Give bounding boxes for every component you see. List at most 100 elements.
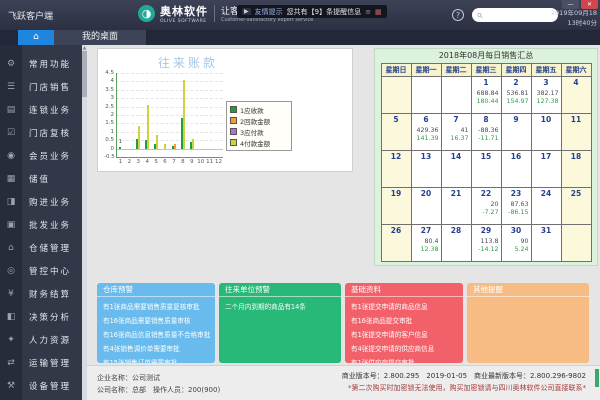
calendar-day-cell[interactable]: 5 [381, 114, 411, 151]
sidebar-item-label: 管控中心 [29, 265, 71, 277]
sidebar-item-store-review[interactable]: ☑门店复核 [0, 121, 82, 144]
profit-value: 16.37 [442, 135, 471, 142]
scroll-up-icon[interactable]: ▲ [82, 45, 87, 50]
calendar-day-cell[interactable]: 20 [411, 188, 441, 225]
calendar-day-cell[interactable]: 8-88.36-11.71 [471, 114, 501, 151]
alert-item[interactable]: 有15张销售订单需要审批 [97, 357, 215, 363]
sidebar-scrollbar[interactable]: ▲ [82, 45, 87, 400]
search-box[interactable] [472, 8, 558, 22]
calendar-day-cell[interactable] [381, 77, 411, 114]
calendar-day-cell[interactable]: 4 [561, 77, 591, 114]
profit-value: -86.15 [502, 209, 531, 216]
day-number: 4 [562, 78, 591, 87]
legend-swatch [230, 128, 237, 135]
home-tab[interactable]: ⌂ [18, 30, 54, 45]
calendar-day-cell[interactable]: 1688.84180.44 [471, 77, 501, 114]
sidebar-item-label: 门店复核 [29, 127, 71, 139]
sidebar-item-member-business[interactable]: ◉会员业务 [0, 144, 82, 167]
scroll-indicator[interactable] [595, 369, 599, 387]
calendar-day-cell[interactable]: 25 [561, 188, 591, 225]
gridline [116, 132, 223, 133]
sidebar-item-purchasing[interactable]: ◨购进业务 [0, 190, 82, 213]
calendar-day-cell[interactable]: 2387.63-86.15 [501, 188, 531, 225]
alert-item[interactable]: 有1张供应商提交审批 [345, 357, 463, 363]
alert-item[interactable]: 有1张商品需要销售质量复核审批 [97, 301, 215, 311]
sidebar-item-warehouse[interactable]: ⌂仓储管理 [0, 236, 82, 259]
version-info: 商业版本号：2.800.295 2019-01-05 商业最新版本号：2.800… [342, 371, 586, 395]
scrollbar-thumb[interactable] [82, 51, 87, 97]
sidebar-item-decision-analysis[interactable]: ◧决策分析 [0, 305, 82, 328]
sidebar-item-stored-value[interactable]: ▦储值 [0, 167, 82, 190]
alert-item[interactable]: 有4张销售调价单需要审批 [97, 343, 215, 353]
minimize-button[interactable]: — [562, 0, 579, 9]
calendar-day-cell[interactable] [441, 77, 471, 114]
alert-item[interactable]: 有4张提交申请的供应商信息 [345, 343, 463, 353]
calendar-day-cell[interactable]: 16 [501, 151, 531, 188]
alert-item[interactable]: 有16张商品需要销售质量审核 [97, 315, 215, 325]
calendar-day-cell[interactable]: 2536.81154.97 [501, 77, 531, 114]
calendar-day-cell[interactable]: 3382.17127.38 [531, 77, 561, 114]
sidebar-item-human-resources[interactable]: ✦人力资源 [0, 328, 82, 351]
calendar-day-cell[interactable] [561, 225, 591, 262]
calendar-day-cell[interactable]: 28 [441, 225, 471, 262]
panel-other-alerts[interactable]: 其他提醒 [467, 283, 589, 363]
notification-bar[interactable]: ▶ 友情提示 您共有【9】条提醒信息 ≡ ▦ [237, 5, 387, 18]
accounts-chart-panel: 往来账款 4.543.532.521.510.50-0.512345678910… [97, 48, 353, 172]
panel-basic-data-alerts[interactable]: 基础资料有1张提交申请的商品信息有16张商品提交审批有1张提交申请的客户信息有4… [345, 283, 463, 363]
sidebar-item-chain-business[interactable]: ▤连锁业务 [0, 98, 82, 121]
notice-text[interactable]: 您共有【9】条提醒信息 [287, 7, 361, 17]
x-tick-label: 12 [215, 159, 223, 165]
sidebar-item-finance[interactable]: ¥财务结算 [0, 282, 82, 305]
calendar-day-cell[interactable]: 21 [441, 188, 471, 225]
calendar-day-cell[interactable]: 6429.36141.39 [411, 114, 441, 151]
search-input[interactable] [483, 12, 553, 19]
calendar-day-cell[interactable]: 31 [531, 225, 561, 262]
sidebar-item-label: 会员业务 [29, 150, 71, 162]
calendar-day-cell[interactable]: 29113.8-14.12 [471, 225, 501, 262]
sidebar-item-store-sales[interactable]: ☰门店销售 [0, 75, 82, 98]
alert-item[interactable]: 有1张提交申请的商品信息 [345, 301, 463, 311]
alert-item[interactable]: 有16张商品信息销售质量不合格审批 [97, 329, 215, 339]
sidebar-item-control-center[interactable]: ◎ 管控中心 [0, 259, 82, 282]
control-center-icon: ◎ [0, 266, 22, 276]
sidebar-item-common-functions[interactable]: ⚙常用功能 [0, 52, 82, 75]
calendar-day-cell[interactable]: 24 [531, 188, 561, 225]
calendar-day-cell[interactable]: 12 [381, 151, 411, 188]
help-icon[interactable]: ? [452, 9, 464, 21]
calendar-day-cell[interactable]: 17 [531, 151, 561, 188]
calendar-day-cell[interactable]: 26 [381, 225, 411, 262]
grid-icon[interactable]: ▦ [375, 8, 382, 16]
sales-value: 382.17 [532, 90, 561, 97]
sidebar-item-equipment[interactable]: ⚒设备管理 [0, 374, 82, 397]
calendar-day-cell[interactable]: 10 [531, 114, 561, 151]
calendar-day-cell[interactable]: 2780.412.38 [411, 225, 441, 262]
calendar-day-cell[interactable]: 13 [411, 151, 441, 188]
panel-warehouse-alerts[interactable]: 仓库预警有1张商品需要销售质量复核审批有16张商品需要销售质量审核有16张商品信… [97, 283, 215, 363]
close-button[interactable]: ✕ [581, 0, 598, 9]
alert-item[interactable]: 有16张商品提交审批 [345, 315, 463, 325]
tab-my-desktop[interactable]: 我的桌面 [54, 30, 146, 45]
calendar-day-cell[interactable]: 11 [561, 114, 591, 151]
calendar-day-cell[interactable]: 15 [471, 151, 501, 188]
top-bar: 飞跃客户端 ◑ 奥林软件 OLIVE SOFTWARE 让客户满意的专家型服务 … [0, 0, 600, 30]
calendar-day-cell[interactable]: 18 [561, 151, 591, 188]
legend-item: 1应收款 [230, 104, 288, 115]
calendar-day-cell[interactable]: 9 [501, 114, 531, 151]
chart-bar [147, 105, 149, 149]
calendar-day-cell[interactable]: 30905.24 [501, 225, 531, 262]
brand-name-en: OLIVE SOFTWARE [160, 19, 208, 24]
calendar-day-cell[interactable]: 74116.37 [441, 114, 471, 151]
calendar-day-cell[interactable]: 19 [381, 188, 411, 225]
list-icon[interactable]: ≡ [365, 8, 371, 16]
alert-item[interactable]: 二个月内到期的商品有14条 [219, 301, 341, 311]
panel-partner-alerts[interactable]: 往来单位预警二个月内到期的商品有14条 [219, 283, 341, 363]
brand-divider [214, 5, 215, 22]
calendar-day-cell[interactable]: 14 [441, 151, 471, 188]
sidebar-item-transport[interactable]: ⇄运输管理 [0, 351, 82, 374]
x-tick-label: 6 [161, 159, 169, 165]
alert-item[interactable]: 有1张提交申请的客户信息 [345, 329, 463, 339]
sidebar-item-wholesale[interactable]: ▣批发业务 [0, 213, 82, 236]
play-icon[interactable]: ▶ [242, 8, 251, 15]
calendar-day-cell[interactable] [411, 77, 441, 114]
calendar-day-cell[interactable]: 2220-7.27 [471, 188, 501, 225]
